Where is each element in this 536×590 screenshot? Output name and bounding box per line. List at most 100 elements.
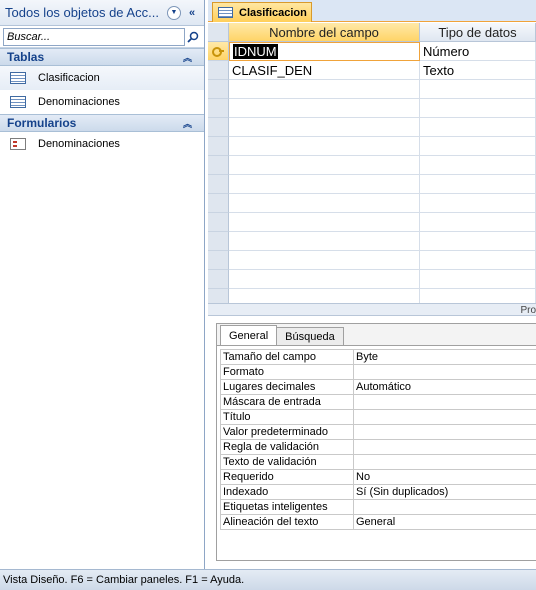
empty-row[interactable] <box>208 99 536 118</box>
property-value[interactable] <box>354 410 536 425</box>
property-value[interactable] <box>354 455 536 470</box>
nav-group-formularios[interactable]: Formularios ︽ <box>0 114 204 132</box>
data-type-cell[interactable] <box>420 251 536 270</box>
data-type-cell[interactable] <box>420 213 536 232</box>
data-type-cell[interactable] <box>420 175 536 194</box>
collapse-pane-icon[interactable]: « <box>189 7 195 19</box>
nav-item-clasificacion[interactable]: Clasificacion <box>0 66 204 90</box>
property-value[interactable] <box>354 425 536 440</box>
row-selector[interactable] <box>208 232 229 251</box>
field-name-cell[interactable] <box>229 232 420 251</box>
nav-item-denominaciones-form[interactable]: Denominaciones <box>0 132 204 156</box>
property-row[interactable]: Alineación del texto General <box>221 515 536 530</box>
row-selector[interactable] <box>208 61 229 80</box>
data-type-cell[interactable] <box>420 270 536 289</box>
property-value[interactable]: Sí (Sin duplicados) <box>354 485 536 500</box>
property-value[interactable] <box>354 395 536 410</box>
field-name-cell[interactable]: IDNUM <box>229 42 420 61</box>
grid-corner[interactable] <box>208 23 229 42</box>
property-row[interactable]: Valor predeterminado <box>221 425 536 440</box>
collapse-group-icon[interactable]: ︽ <box>183 117 192 130</box>
table-row[interactable]: CLASIF_DEN Texto <box>208 61 536 80</box>
search-input[interactable]: Buscar... <box>3 27 185 46</box>
field-name-cell[interactable] <box>229 213 420 232</box>
field-name-cell[interactable] <box>229 194 420 213</box>
row-selector[interactable] <box>208 270 229 289</box>
field-name-cell[interactable] <box>229 175 420 194</box>
empty-row[interactable] <box>208 251 536 270</box>
property-row[interactable]: Formato <box>221 365 536 380</box>
empty-row[interactable] <box>208 270 536 289</box>
property-value[interactable]: No <box>354 470 536 485</box>
empty-row[interactable] <box>208 213 536 232</box>
empty-row[interactable] <box>208 118 536 137</box>
property-value[interactable] <box>354 500 536 515</box>
property-row[interactable]: Título <box>221 410 536 425</box>
empty-row[interactable] <box>208 232 536 251</box>
row-selector[interactable] <box>208 99 229 118</box>
data-type-cell[interactable] <box>420 80 536 99</box>
field-name-cell[interactable] <box>229 118 420 137</box>
tab-general[interactable]: General <box>220 325 278 345</box>
nav-group-tablas[interactable]: Tablas ︽ <box>0 48 204 66</box>
property-row[interactable]: Texto de validación <box>221 455 536 470</box>
data-type-cell[interactable]: Texto <box>420 61 536 80</box>
search-icon[interactable] <box>185 29 201 45</box>
column-header-data-type[interactable]: Tipo de datos <box>420 23 536 42</box>
field-name-cell[interactable] <box>229 156 420 175</box>
property-row[interactable]: Indexado Sí (Sin duplicados) <box>221 485 536 500</box>
row-selector[interactable] <box>208 118 229 137</box>
field-name-cell[interactable] <box>229 99 420 118</box>
property-value[interactable] <box>354 440 536 455</box>
row-selector[interactable] <box>208 175 229 194</box>
nav-item-denominaciones-table[interactable]: Denominaciones <box>0 90 204 114</box>
data-type-cell[interactable] <box>420 194 536 213</box>
row-selector[interactable] <box>208 42 229 61</box>
chevron-down-icon[interactable]: ▼ <box>167 5 181 20</box>
empty-row[interactable] <box>208 156 536 175</box>
row-selector[interactable] <box>208 251 229 270</box>
data-type-cell[interactable] <box>420 137 536 156</box>
property-value[interactable]: Byte <box>354 350 536 365</box>
empty-row[interactable] <box>208 289 536 303</box>
nav-header[interactable]: Todos los objetos de Acc... ▼ « <box>0 0 204 26</box>
table-row[interactable]: IDNUM Número <box>208 42 536 61</box>
property-value[interactable] <box>354 365 536 380</box>
property-value[interactable]: Automático <box>354 380 536 395</box>
row-selector[interactable] <box>208 80 229 99</box>
field-name-cell[interactable] <box>229 137 420 156</box>
property-row[interactable]: Máscara de entrada <box>221 395 536 410</box>
data-type-cell[interactable] <box>420 289 536 303</box>
pane-splitter[interactable]: Pro <box>208 303 536 316</box>
property-row[interactable]: Etiquetas inteligentes <box>221 500 536 515</box>
data-type-cell[interactable] <box>420 232 536 251</box>
data-type-cell[interactable] <box>420 156 536 175</box>
property-row[interactable]: Regla de validación <box>221 440 536 455</box>
column-header-field-name[interactable]: Nombre del campo <box>229 23 420 42</box>
row-selector[interactable] <box>208 137 229 156</box>
empty-row[interactable] <box>208 194 536 213</box>
tab-clasificacion[interactable]: Clasificacion <box>212 2 312 22</box>
property-row[interactable]: Lugares decimales Automático <box>221 380 536 395</box>
field-name-cell[interactable] <box>229 80 420 99</box>
search-placeholder[interactable]: Buscar... <box>7 31 184 43</box>
property-row[interactable]: Requerido No <box>221 470 536 485</box>
field-name-cell[interactable] <box>229 251 420 270</box>
row-selector[interactable] <box>208 289 229 303</box>
nav-title[interactable]: Todos los objetos de Acc... <box>5 5 165 20</box>
data-type-cell[interactable] <box>420 99 536 118</box>
field-name-cell[interactable] <box>229 289 420 303</box>
row-selector[interactable] <box>208 194 229 213</box>
row-selector[interactable] <box>208 156 229 175</box>
tab-busqueda[interactable]: Búsqueda <box>276 327 344 345</box>
data-type-cell[interactable]: Número <box>420 42 536 61</box>
row-selector[interactable] <box>208 213 229 232</box>
collapse-group-icon[interactable]: ︽ <box>183 51 192 64</box>
field-name-cell[interactable]: CLASIF_DEN <box>229 61 420 80</box>
property-row[interactable]: Tamaño del campo Byte <box>221 350 536 365</box>
field-name-cell[interactable] <box>229 270 420 289</box>
property-value[interactable]: General <box>354 515 536 530</box>
empty-row[interactable] <box>208 80 536 99</box>
empty-row[interactable] <box>208 137 536 156</box>
data-type-cell[interactable] <box>420 118 536 137</box>
